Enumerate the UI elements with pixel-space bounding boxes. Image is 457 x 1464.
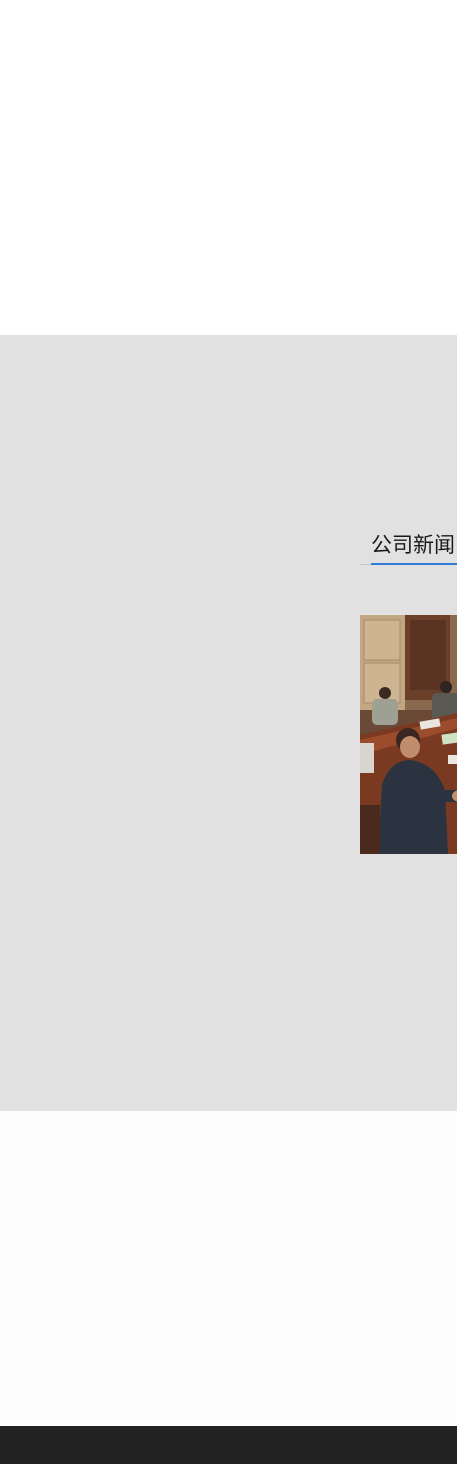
company-news-section: 公司新闻 [0, 335, 457, 1111]
footer-bar [0, 1426, 457, 1464]
title-underline [371, 563, 457, 565]
news-section-header: 公司新闻 [360, 530, 457, 565]
lower-blank-area [0, 1111, 457, 1426]
meeting-photo-icon [360, 615, 457, 854]
news-section-title[interactable]: 公司新闻 [371, 530, 455, 560]
news-thumbnail-image[interactable] [360, 615, 457, 854]
top-blank-area [0, 0, 457, 335]
